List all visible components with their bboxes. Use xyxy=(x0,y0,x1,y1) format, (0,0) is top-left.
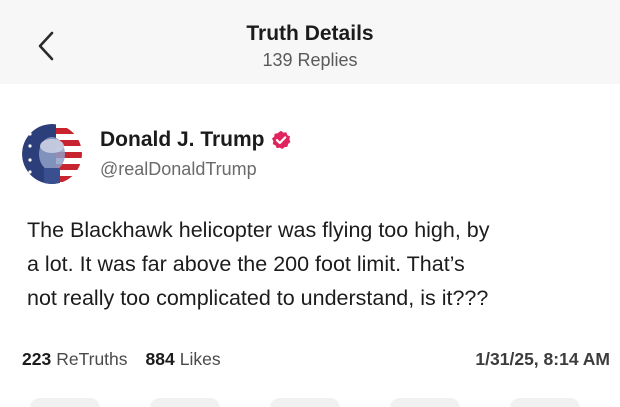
retruths-label: ReTruths xyxy=(56,348,128,369)
post-stats: 223 ReTruths 884 Likes 1/31/25, 8:14 AM xyxy=(22,346,610,372)
author-row[interactable]: Donald J. Trump @realDonaldTrump xyxy=(22,122,291,186)
retruth-action-button[interactable] xyxy=(150,398,220,407)
avatar[interactable] xyxy=(22,124,82,184)
like-action-button[interactable] xyxy=(270,398,340,407)
post-timestamp: 1/31/25, 8:14 AM xyxy=(475,348,610,369)
more-action-button[interactable] xyxy=(510,398,580,407)
truth-details-screen: Truth Details 139 Replies Donald J. Trum… xyxy=(0,0,620,407)
post-text-line: a lot. It was far above the 200 foot lim… xyxy=(27,252,465,276)
likes-count: 884 xyxy=(145,348,175,369)
action-bar xyxy=(0,398,620,407)
avatar-image xyxy=(22,124,82,184)
post-text-line: not really too complicated to understand… xyxy=(27,286,489,310)
post-text-line: The Blackhawk helicopter was flying too … xyxy=(27,218,490,242)
header-titles: Truth Details 139 Replies xyxy=(0,22,620,72)
top-bar: Truth Details 139 Replies xyxy=(0,0,620,84)
author-name-line: Donald J. Trump xyxy=(100,127,291,153)
author-name[interactable]: Donald J. Trump xyxy=(100,127,265,153)
share-action-button[interactable] xyxy=(390,398,460,407)
verified-check-icon xyxy=(271,130,291,150)
likes-stat[interactable]: 884 Likes xyxy=(146,349,221,370)
reply-action-button[interactable] xyxy=(30,398,100,407)
author-text: Donald J. Trump @realDonaldTrump xyxy=(100,127,291,181)
author-handle[interactable]: @realDonaldTrump xyxy=(100,157,291,181)
post-text: The Blackhawk helicopter was flying too … xyxy=(27,213,612,315)
page-title: Truth Details xyxy=(246,22,374,45)
replies-count[interactable]: 139 Replies xyxy=(0,48,620,72)
retruths-stat[interactable]: 223 ReTruths xyxy=(22,349,128,370)
likes-label: Likes xyxy=(179,348,221,369)
retruths-count: 223 xyxy=(22,348,52,369)
